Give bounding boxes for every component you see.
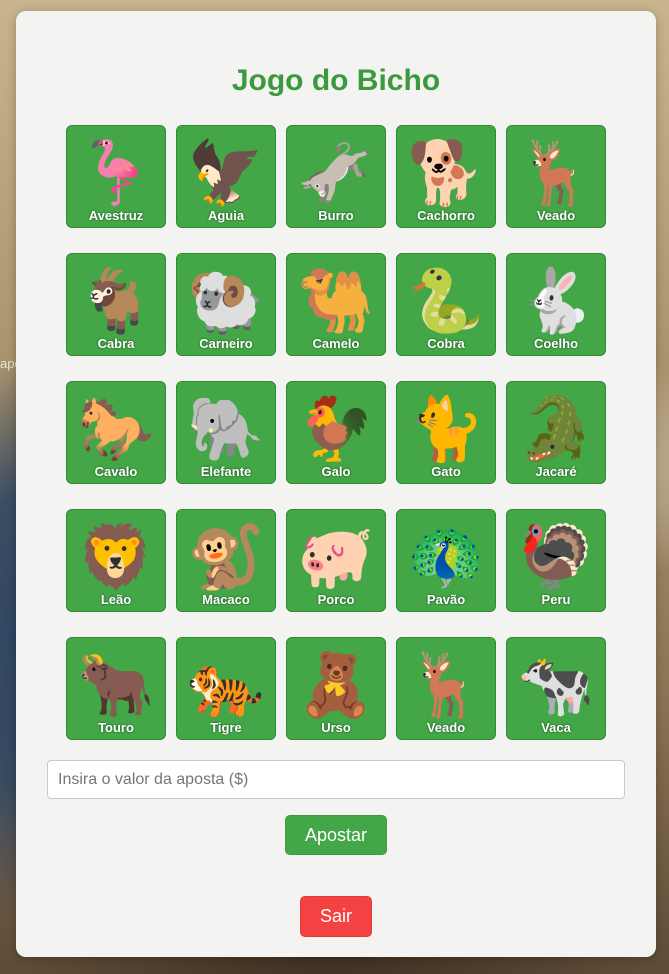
animal-name: Macaco: [202, 592, 250, 607]
animal-name: Gato: [431, 464, 461, 479]
animal-tile[interactable]: 🦁 Leão: [66, 509, 166, 612]
animal-name: Cavalo: [94, 464, 138, 479]
animal-name: Veado: [426, 720, 466, 735]
animal-name: Galo: [321, 464, 351, 479]
animal-name: Elefante: [200, 464, 252, 479]
snake-icon: 🐍: [407, 264, 485, 337]
animal-name: Veado: [536, 208, 576, 223]
elephant-icon: 🐘: [187, 392, 265, 465]
animal-tile[interactable]: 🐘 Elefante: [176, 381, 276, 484]
animal-name: Pavão: [426, 592, 466, 607]
animal-tile[interactable]: 🦌 Veado: [396, 637, 496, 740]
animal-tile[interactable]: 🐍 Cobra: [396, 253, 496, 356]
ostrich-icon: 🦩: [77, 136, 155, 209]
animal-tile[interactable]: 🐫 Camelo: [286, 253, 386, 356]
bull-icon: 🐂: [77, 648, 155, 721]
bear-icon: 🧸: [297, 648, 375, 721]
animal-name: Touro: [98, 720, 134, 735]
turkey-icon: 🦃: [517, 520, 595, 593]
tiger-icon: 🐅: [187, 648, 265, 721]
goat-icon: 🐐: [77, 264, 155, 337]
animal-tile[interactable]: 🧸 Urso: [286, 637, 386, 740]
animal-name: Tigre: [210, 720, 242, 735]
animal-tile[interactable]: 🦚 Pavão: [396, 509, 496, 612]
horse-icon: 🐎: [77, 392, 155, 465]
dog-icon: 🐕: [407, 136, 485, 209]
monkey-icon: 🐒: [187, 520, 265, 593]
camel-icon: 🐫: [297, 264, 375, 337]
animal-tile[interactable]: 🐇 Coelho: [506, 253, 606, 356]
animal-tile[interactable]: 🦃 Peru: [506, 509, 606, 612]
pig-icon: 🐖: [297, 520, 375, 593]
animal-tile[interactable]: 🐓 Galo: [286, 381, 386, 484]
bet-amount-input[interactable]: [47, 760, 625, 799]
animal-tile[interactable]: 🐐 Cabra: [66, 253, 166, 356]
animal-name: Burro: [318, 208, 354, 223]
animal-name: Coelho: [533, 336, 579, 351]
animal-name: Peru: [541, 592, 571, 607]
cow-icon: 🐄: [517, 648, 595, 721]
animal-tile[interactable]: 🐅 Tigre: [176, 637, 276, 740]
animal-tile[interactable]: 🐊 Jacaré: [506, 381, 606, 484]
animal-tile[interactable]: 🐈 Gato: [396, 381, 496, 484]
rabbit-icon: 🐇: [517, 264, 595, 337]
animal-tile[interactable]: 🦌 Veado: [506, 125, 606, 228]
animal-tile[interactable]: 🐕 Cachorro: [396, 125, 496, 228]
animal-name: Aguia: [207, 208, 245, 223]
animal-tile[interactable]: 🫏 Burro: [286, 125, 386, 228]
animal-tile[interactable]: 🦅 Aguia: [176, 125, 276, 228]
deer-icon: 🦌: [517, 136, 595, 209]
animal-tile[interactable]: 🐂 Touro: [66, 637, 166, 740]
animal-tile[interactable]: 🐄 Vaca: [506, 637, 606, 740]
animal-tile[interactable]: 🐒 Macaco: [176, 509, 276, 612]
animal-name: Urso: [321, 720, 351, 735]
cat-icon: 🐈: [407, 392, 485, 465]
eagle-icon: 🦅: [187, 136, 265, 209]
rooster-icon: 🐓: [297, 392, 375, 465]
deer-icon: 🦌: [407, 648, 485, 721]
lion-icon: 🦁: [77, 520, 155, 593]
ram-icon: 🐏: [187, 264, 265, 337]
animal-name: Porco: [317, 592, 355, 607]
animal-name: Avestruz: [88, 208, 144, 223]
bet-button[interactable]: Apostar: [285, 815, 387, 855]
animal-grid: 🦩 Avestruz 🦅 Aguia 🫏 Burro 🐕 Cachorro 🦌 Veado 🐐 Cab…: [66, 125, 606, 740]
animal-name: Cobra: [427, 336, 465, 351]
page-title: Jogo do Bicho: [231, 64, 441, 97]
animal-tile[interactable]: 🐎 Cavalo: [66, 381, 166, 484]
animal-name: Leão: [100, 592, 132, 607]
animal-name: Cabra: [97, 336, 135, 351]
animal-tile[interactable]: 🦩 Avestruz: [66, 125, 166, 228]
animal-name: Camelo: [312, 336, 360, 351]
animal-name: Cachorro: [417, 208, 475, 223]
betting-panel: Jogo do Bicho 🦩 Avestruz 🦅 Aguia 🫏 Burro 🐕 Cach…: [16, 11, 656, 957]
exit-button[interactable]: Sair: [300, 896, 372, 937]
animal-tile[interactable]: 🐏 Carneiro: [176, 253, 276, 356]
alligator-icon: 🐊: [517, 392, 595, 465]
animal-name: Jacaré: [535, 464, 577, 479]
animal-name: Vaca: [541, 720, 571, 735]
peacock-icon: 🦚: [407, 520, 485, 593]
animal-tile[interactable]: 🐖 Porco: [286, 509, 386, 612]
animal-name: Carneiro: [199, 336, 253, 351]
donkey-icon: 🫏: [297, 136, 375, 209]
